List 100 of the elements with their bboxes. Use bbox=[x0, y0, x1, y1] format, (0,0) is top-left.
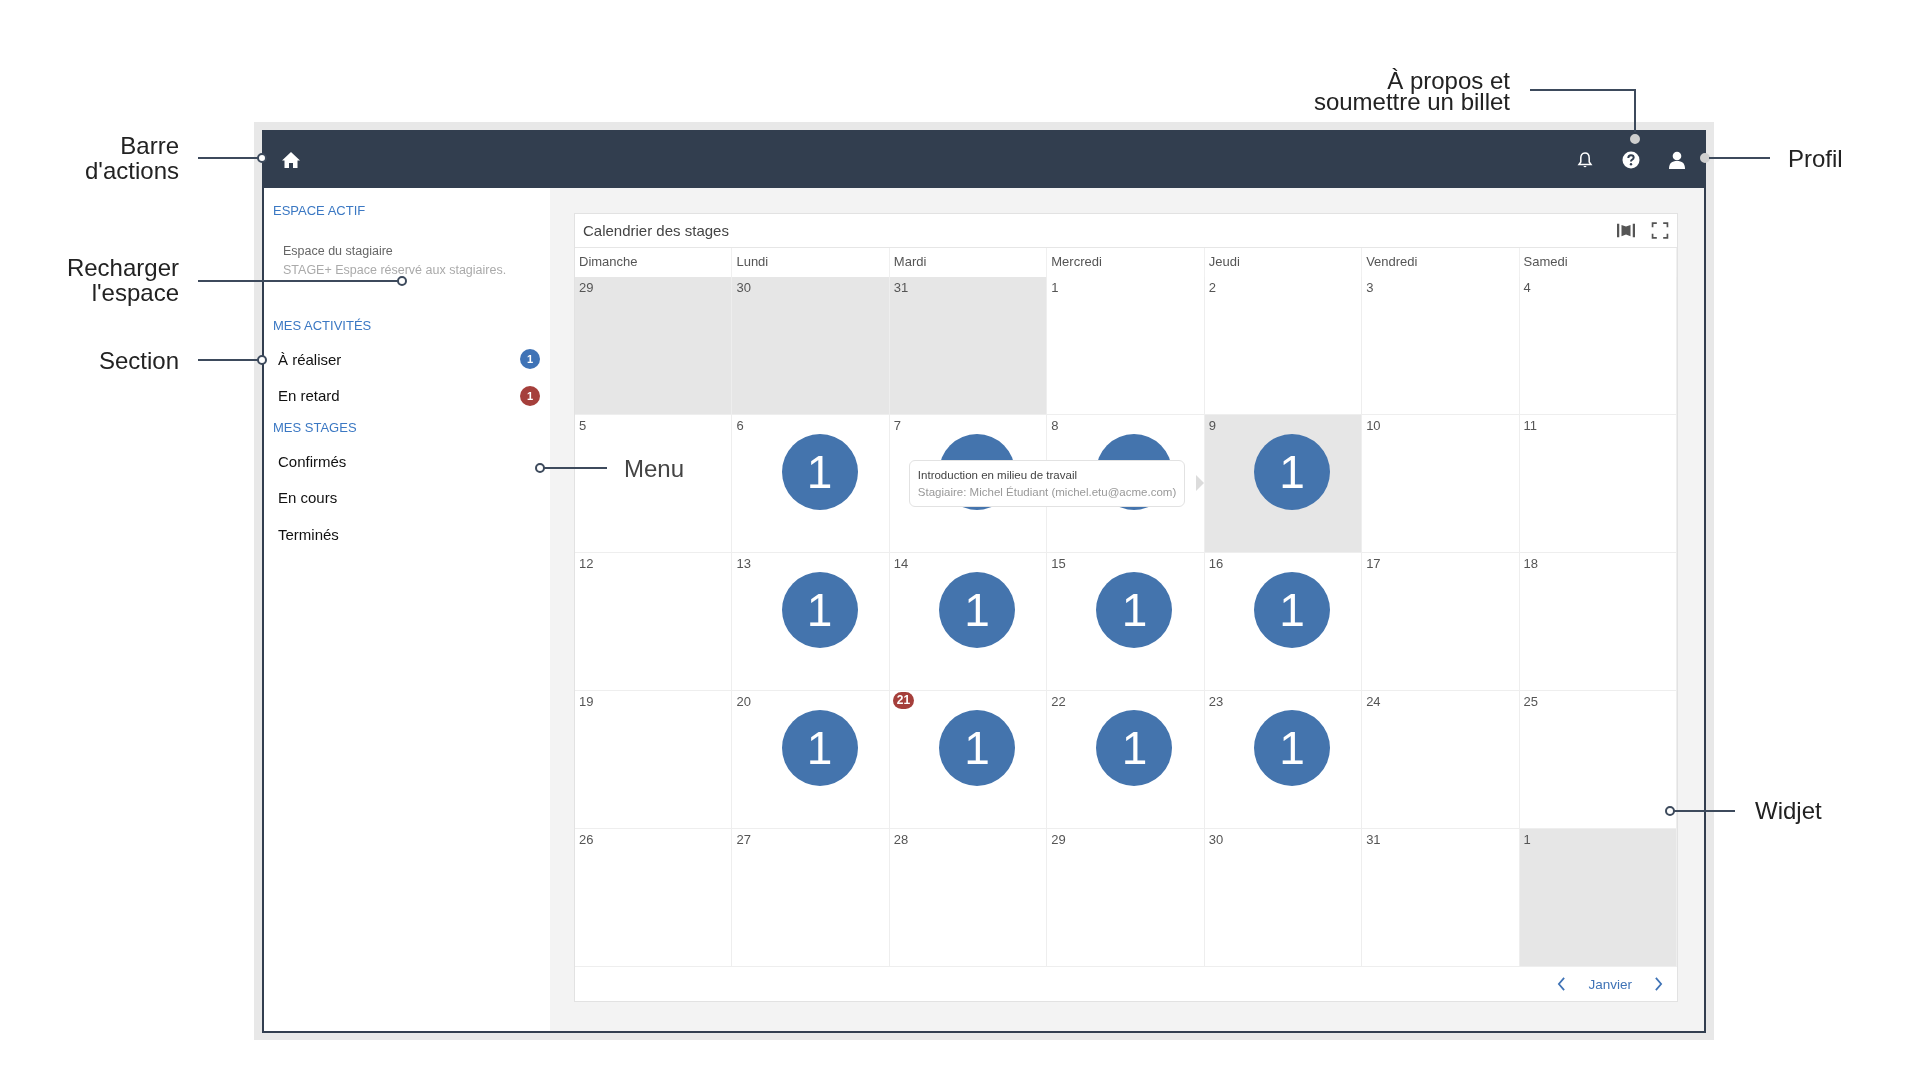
day-number: 20 bbox=[736, 694, 751, 709]
day-cell[interactable]: 12 bbox=[575, 553, 733, 691]
home-icon[interactable] bbox=[281, 151, 301, 169]
columns-icon[interactable] bbox=[1617, 222, 1635, 239]
day-cell[interactable]: 17 bbox=[1362, 553, 1520, 691]
day-number: 31 bbox=[1366, 832, 1381, 847]
today-badge: 21 bbox=[892, 692, 915, 709]
day-cell[interactable]: 19 bbox=[575, 691, 733, 829]
section-heading: ESPACE ACTIF bbox=[273, 203, 367, 218]
space-title: Espace du stagiaire bbox=[283, 243, 394, 260]
event-count-circle[interactable]: 1 bbox=[781, 710, 858, 786]
event-count-circle[interactable]: 1 bbox=[1096, 710, 1173, 786]
day-cell[interactable]: 30 bbox=[1204, 829, 1363, 967]
day-number: 27 bbox=[736, 832, 751, 847]
day-cell[interactable]: 1 bbox=[1519, 829, 1677, 967]
callout-label: Menu bbox=[624, 456, 685, 481]
day-cell[interactable]: 11 bbox=[1519, 415, 1677, 553]
callout-label: Profil bbox=[1788, 146, 1843, 171]
callout-label: Recharger l'espace bbox=[66, 255, 179, 305]
event-count-circle[interactable]: 1 bbox=[1253, 710, 1330, 786]
callout-label: Section bbox=[98, 348, 179, 373]
day-number: 9 bbox=[1208, 418, 1216, 433]
event-count-circle[interactable]: 1 bbox=[939, 710, 1016, 786]
day-cell[interactable]: 29 bbox=[575, 277, 733, 415]
next-icon[interactable] bbox=[1654, 977, 1663, 991]
day-cell[interactable]: 16 1 bbox=[1204, 553, 1363, 691]
help-icon[interactable] bbox=[1622, 151, 1640, 169]
day-number: 29 bbox=[1051, 832, 1066, 847]
fullscreen-icon[interactable] bbox=[1651, 222, 1669, 239]
day-cell[interactable]: 25 bbox=[1519, 691, 1677, 829]
day-cell[interactable]: 26 bbox=[575, 829, 733, 967]
day-cell[interactable]: 22 1 bbox=[1047, 691, 1205, 829]
tooltip-detail: Stagiaire: Michel Étudiant (michel.etu@acme.com) bbox=[917, 485, 1177, 500]
day-number: 2 bbox=[1208, 280, 1216, 295]
day-cell[interactable]: 30 bbox=[732, 277, 890, 415]
day-number: 22 bbox=[1051, 694, 1066, 709]
day-number: 8 bbox=[1051, 418, 1059, 433]
event-count-circle[interactable]: 1 bbox=[1096, 572, 1173, 648]
day-cell[interactable]: 21 1 bbox=[889, 691, 1048, 829]
leader-line bbox=[1700, 153, 1771, 163]
day-number: 29 bbox=[579, 280, 594, 295]
day-number: 4 bbox=[1523, 280, 1531, 295]
day-number: 10 bbox=[1366, 418, 1381, 433]
day-number: 7 bbox=[893, 418, 902, 433]
day-number: 28 bbox=[893, 832, 909, 847]
day-number: 24 bbox=[1366, 694, 1381, 709]
section-heading: MES ACTIVITÉS bbox=[273, 318, 373, 333]
day-cell[interactable]: 13 1 bbox=[732, 553, 890, 691]
day-number: 25 bbox=[1523, 694, 1539, 709]
day-number: 23 bbox=[1208, 694, 1224, 709]
day-cell[interactable]: 1 bbox=[1047, 277, 1205, 415]
day-number: 1 bbox=[1051, 280, 1059, 295]
menu-item[interactable]: Terminés bbox=[278, 525, 339, 543]
event-count-circle[interactable]: 1 bbox=[1253, 434, 1330, 510]
day-cell[interactable]: 18 bbox=[1519, 553, 1677, 691]
day-cell[interactable]: 31 bbox=[1362, 829, 1520, 967]
day-cell[interactable]: 20 1 bbox=[732, 691, 890, 829]
day-cell[interactable]: 28 bbox=[889, 829, 1048, 967]
day-number: 18 bbox=[1523, 556, 1539, 571]
day-cell[interactable]: 27 bbox=[732, 829, 890, 967]
count-badge: 1 bbox=[520, 385, 540, 406]
event-count-circle[interactable]: 1 bbox=[1253, 572, 1330, 648]
event-count-circle[interactable]: 1 bbox=[939, 572, 1016, 648]
month-link[interactable]: Janvier bbox=[1588, 976, 1632, 992]
day-cell[interactable]: 29 bbox=[1047, 829, 1205, 967]
event-count-circle[interactable]: 1 bbox=[781, 572, 858, 648]
callout-label: Barre d'actions bbox=[85, 133, 179, 183]
day-cell[interactable]: 3 bbox=[1362, 277, 1520, 415]
user-icon[interactable] bbox=[1668, 151, 1686, 169]
day-number: 14 bbox=[893, 556, 909, 571]
menu-item[interactable]: Confirmés bbox=[278, 452, 347, 470]
bell-icon[interactable] bbox=[1577, 151, 1593, 169]
day-cell[interactable]: 6 1 bbox=[732, 415, 890, 553]
callout-label: À propos et soumettre un billet bbox=[1313, 70, 1510, 112]
previous-icon[interactable] bbox=[1557, 977, 1567, 991]
day-number: 31 bbox=[893, 280, 909, 295]
day-number: 15 bbox=[1051, 556, 1066, 571]
day-number: 16 bbox=[1208, 556, 1224, 571]
day-cell[interactable]: 24 bbox=[1362, 691, 1520, 829]
menu-item[interactable]: En cours bbox=[278, 489, 338, 507]
day-number: 19 bbox=[579, 694, 594, 709]
space-description: STAGE+ Espace réservé aux stagiaires. bbox=[283, 262, 508, 279]
day-number: 11 bbox=[1523, 418, 1538, 433]
day-cell[interactable]: 31 bbox=[889, 277, 1048, 415]
day-cell[interactable]: 14 1 bbox=[889, 553, 1048, 691]
menu-item[interactable]: En retard bbox=[278, 387, 340, 405]
event-count-circle[interactable]: 1 bbox=[781, 434, 858, 510]
count-badge: 1 bbox=[520, 349, 540, 370]
section-heading: MES STAGES bbox=[273, 420, 358, 435]
day-cell[interactable]: 15 1 bbox=[1047, 553, 1205, 691]
day-cell[interactable]: 9 1 bbox=[1204, 415, 1363, 553]
day-cell[interactable]: 10 bbox=[1362, 415, 1520, 553]
day-cell[interactable]: 4 bbox=[1519, 277, 1677, 415]
day-number: 3 bbox=[1366, 280, 1374, 295]
day-cell[interactable]: 2 bbox=[1204, 277, 1363, 415]
day-number: 26 bbox=[579, 832, 594, 847]
day-number: 12 bbox=[579, 556, 594, 571]
day-number: 30 bbox=[1208, 832, 1224, 847]
menu-item[interactable]: À réaliser bbox=[278, 350, 342, 368]
day-cell[interactable]: 23 1 bbox=[1204, 691, 1363, 829]
